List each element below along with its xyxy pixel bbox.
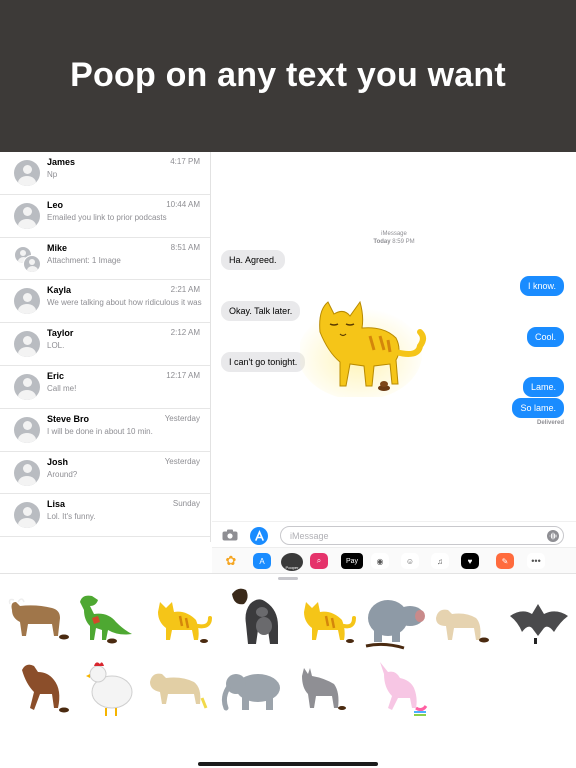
app-store-button[interactable] — [250, 527, 268, 545]
photos-icon[interactable]: ✿ — [222, 553, 240, 569]
gorilla-sticker[interactable] — [224, 586, 284, 650]
cat-sticker[interactable] — [150, 598, 214, 644]
avatar — [14, 373, 40, 400]
pooper-app-label: Pooper — [285, 564, 299, 570]
cat-sticker-2[interactable] — [296, 598, 358, 644]
contact-name: Kayla — [47, 285, 72, 296]
conversation-row[interactable]: Lisa Sunday Lol. It's funny. — [0, 494, 210, 538]
message-time: 10:44 AM — [166, 199, 200, 209]
avatar — [14, 416, 40, 443]
message-preview: Around? — [47, 469, 78, 479]
conversation-list: James 4:17 PM Np Leo 10:44 AM Emailed you lin… — [0, 152, 211, 542]
banner-headline: Poop on any text you want — [70, 55, 506, 94]
conversation-row[interactable]: Kayla 2:21 AM We were talking about how ri… — [0, 280, 210, 324]
labrador-sticker[interactable] — [146, 668, 214, 712]
message-time: Yesterday — [164, 413, 200, 423]
message-bubble-outgoing[interactable]: Cool. — [526, 327, 564, 347]
contact-name: Mike — [47, 242, 68, 253]
thread-timestamp: iMessage Today 8:59 PM — [212, 230, 576, 246]
message-bubble-outgoing[interactable]: I know. — [519, 276, 564, 296]
conversation-row[interactable]: Mike 8:51 AM Attachment: 1 Image — [0, 238, 210, 281]
message-bubble-incoming[interactable]: Okay. Talk later. — [221, 301, 301, 321]
contact-name: Steve Bro — [47, 413, 90, 424]
message-preview: Emailed you link to prior podcasts — [47, 212, 167, 222]
avatar — [14, 459, 40, 486]
app-drawer-tray: ✿ A Pooper ⌕ Pay ◉ ☺ ♫ ♥ ✎ ••• — [212, 547, 576, 573]
dog-sticker[interactable] — [432, 600, 492, 646]
conversation-row[interactable]: Josh Yesterday Around? — [0, 452, 210, 495]
thread-service: iMessage — [381, 231, 407, 237]
message-time: Yesterday — [164, 456, 200, 466]
message-preview: LOL. — [47, 341, 65, 351]
apple-pay-icon[interactable]: Pay — [341, 553, 363, 569]
conversation-row[interactable]: Steve Bro Yesterday I will be done in abou… — [0, 409, 210, 452]
more-icon[interactable]: ••• — [527, 553, 545, 569]
audio-message-icon[interactable] — [547, 530, 559, 542]
message-time: 8:51 AM — [170, 242, 200, 252]
message-input-placeholder: iMessage — [290, 531, 329, 541]
contact-name: Josh — [47, 456, 69, 467]
bull-sticker[interactable] — [6, 596, 72, 642]
thread-time: 8:59 PM — [392, 239, 415, 245]
pooper-app-icon[interactable]: Pooper — [281, 553, 303, 571]
message-preview: Attachment: 1 Image — [47, 255, 121, 265]
sticker-drawer — [0, 573, 576, 768]
message-bubble-outgoing[interactable]: So lame. — [512, 398, 564, 418]
message-bubble-incoming[interactable]: Ha. Agreed. — [221, 250, 285, 270]
music-icon[interactable]: ♫ — [431, 553, 449, 569]
conversation-row[interactable]: Taylor 2:12 AM LOL. — [0, 323, 210, 366]
message-time: Sunday — [172, 499, 200, 509]
conversation-thread: iMessage Today 8:59 PM Ha. Agreed. I kno… — [212, 152, 576, 542]
donkey-sticker[interactable] — [296, 668, 350, 714]
message-time: 2:12 AM — [170, 328, 200, 338]
message-preview: Lol. It's funny. — [47, 512, 96, 522]
memoji-icon[interactable]: ☺ — [401, 553, 419, 569]
hippo-sticker[interactable] — [364, 594, 430, 650]
compose-bar: iMessage — [212, 521, 576, 547]
avatar — [14, 288, 40, 315]
delivered-status: Delivered — [536, 420, 564, 426]
animoji-monkey-icon[interactable]: ◉ — [371, 553, 389, 569]
digital-touch-icon[interactable]: ♥ — [461, 553, 479, 569]
message-preview: Np — [47, 170, 58, 179]
avatar — [14, 160, 40, 186]
avatar — [14, 502, 40, 529]
elephant-sticker[interactable] — [220, 666, 288, 714]
contact-name: James — [47, 157, 76, 167]
conversation-row[interactable]: Eric 12:17 AM Call me! — [0, 366, 210, 409]
app-store-icon — [255, 530, 264, 541]
avatar — [14, 202, 40, 229]
message-preview: We were talking about how ridiculous it … — [47, 298, 202, 308]
conversation-row[interactable]: James 4:17 PM Np — [0, 152, 210, 195]
message-preview: I will be done in about 10 min. — [47, 426, 153, 436]
contact-name: Leo — [47, 199, 64, 210]
horse-sticker[interactable] — [12, 658, 72, 716]
cat-sticker-on-message[interactable] — [300, 292, 440, 397]
message-bubble-incoming[interactable]: I can't go tonight. — [221, 352, 306, 372]
message-preview: Call me! — [47, 383, 77, 393]
promo-banner: Poop on any text you want — [0, 0, 576, 152]
chicken-sticker[interactable] — [84, 658, 138, 718]
message-time: 4:17 PM — [170, 157, 200, 166]
home-indicator[interactable] — [198, 762, 378, 766]
contact-name: Eric — [47, 370, 65, 381]
message-time: 12:17 AM — [166, 370, 200, 380]
app-store-icon[interactable]: A — [253, 553, 271, 569]
thread-day: Today — [373, 239, 391, 245]
sticker-app-icon[interactable]: ✎ — [496, 553, 514, 569]
search-images-icon[interactable]: ⌕ — [310, 553, 328, 569]
conversation-row[interactable]: Leo 10:44 AM Emailed you link to prior pod… — [0, 195, 210, 238]
avatar — [14, 331, 40, 358]
group-avatar — [14, 245, 41, 273]
t-rex-sticker[interactable] — [74, 592, 136, 644]
message-bubble-outgoing[interactable]: Lame. — [522, 377, 564, 397]
contact-name: Lisa — [47, 499, 66, 510]
message-time: 2:21 AM — [170, 285, 200, 295]
drawer-grabber[interactable] — [278, 577, 298, 580]
unicorn-sticker[interactable] — [370, 660, 430, 718]
bat-sticker[interactable] — [508, 596, 570, 648]
camera-icon[interactable] — [222, 529, 238, 541]
message-input[interactable]: iMessage — [280, 526, 564, 545]
contact-name: Taylor — [47, 328, 74, 339]
